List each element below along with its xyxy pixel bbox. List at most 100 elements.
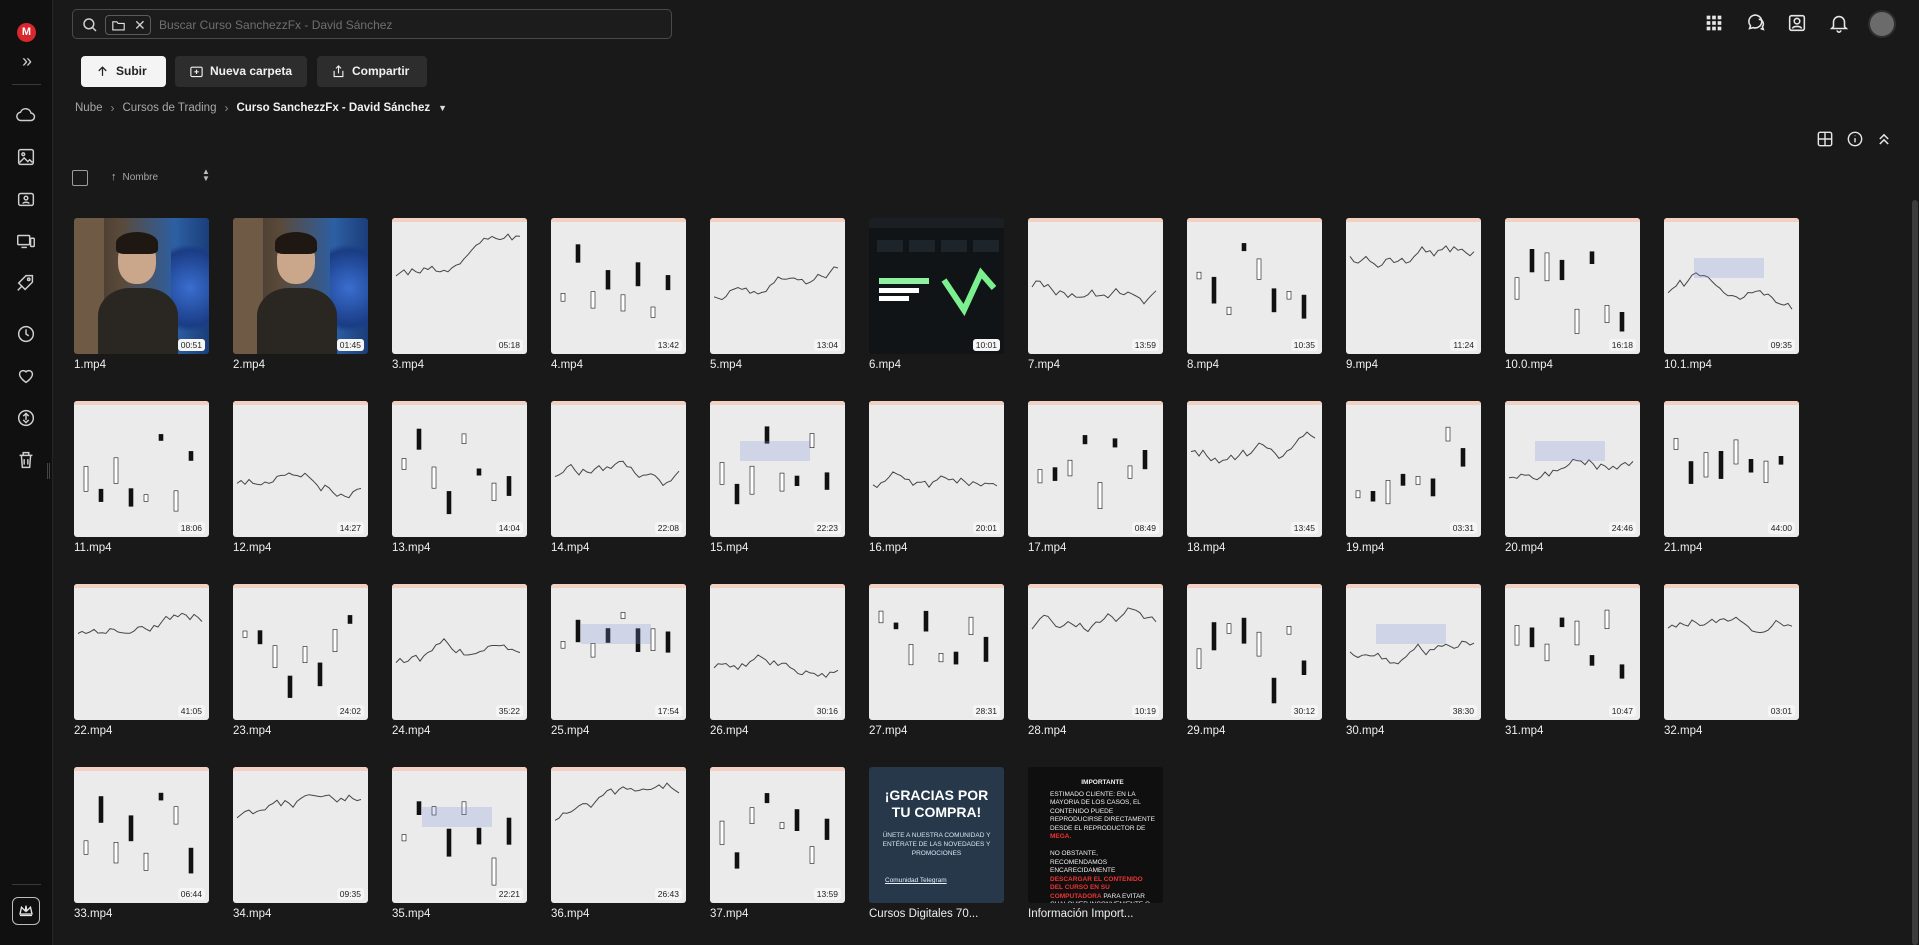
- user-avatar[interactable]: [1868, 10, 1896, 38]
- file-thumbnail[interactable]: 13:45: [1187, 401, 1322, 537]
- upload-button[interactable]: Subir: [81, 56, 166, 87]
- photos-icon[interactable]: [15, 146, 37, 168]
- file-card[interactable]: 09:35 34.mp4: [233, 767, 369, 938]
- sort-order-toggle-icon[interactable]: ▲ ▼: [202, 168, 210, 183]
- file-card[interactable]: 10:35 8.mp4: [1187, 218, 1323, 389]
- file-thumbnail[interactable]: 13:59: [710, 767, 845, 903]
- file-thumbnail[interactable]: 05:18: [392, 218, 527, 354]
- file-thumbnail[interactable]: 26:43: [551, 767, 686, 903]
- sort-by-name[interactable]: ↑ Nombre: [111, 171, 158, 183]
- cloud-drive-icon[interactable]: [15, 104, 37, 126]
- file-thumbnail[interactable]: 13:59: [1028, 218, 1163, 354]
- shared-items-icon[interactable]: [15, 188, 37, 210]
- file-card[interactable]: 13:59 7.mp4: [1028, 218, 1164, 389]
- file-card[interactable]: 03:01 32.mp4: [1664, 584, 1800, 755]
- upgrade-crown-button[interactable]: [12, 897, 40, 925]
- file-card[interactable]: 10:01 6.mp4: [869, 218, 1005, 389]
- file-card[interactable]: 13:04 5.mp4: [710, 218, 846, 389]
- file-card[interactable]: 22:23 15.mp4: [710, 401, 846, 572]
- file-thumbnail[interactable]: 22:08: [551, 401, 686, 537]
- file-card[interactable]: 22:21 35.mp4: [392, 767, 528, 938]
- file-card[interactable]: 22:08 14.mp4: [551, 401, 687, 572]
- chevron-down-icon[interactable]: ▼: [438, 103, 447, 113]
- file-card[interactable]: 14:27 12.mp4: [233, 401, 369, 572]
- file-card[interactable]: ¡GRACIAS POR TU COMPRA! ÚNETE A NUESTRA C…: [869, 767, 1005, 938]
- file-thumbnail[interactable]: 20:01: [869, 401, 1004, 537]
- rubbish-tag-icon[interactable]: [15, 272, 37, 294]
- new-folder-button[interactable]: Nueva carpeta: [175, 56, 307, 87]
- breadcrumb-current[interactable]: Curso SanchezzFx - David Sánchez: [236, 102, 430, 114]
- mega-logo[interactable]: M: [17, 23, 36, 42]
- devices-icon[interactable]: [15, 230, 37, 252]
- file-thumbnail[interactable]: 11:24: [1346, 218, 1481, 354]
- file-thumbnail[interactable]: 10:35: [1187, 218, 1322, 354]
- file-thumbnail[interactable]: 44:00: [1664, 401, 1799, 537]
- file-card[interactable]: 11:24 9.mp4: [1346, 218, 1482, 389]
- file-thumbnail[interactable]: 18:06: [74, 401, 209, 537]
- file-card[interactable]: 13:59 37.mp4: [710, 767, 846, 938]
- file-thumbnail[interactable]: 01:45: [233, 218, 368, 354]
- file-card[interactable]: 16:18 10.0.mp4: [1505, 218, 1641, 389]
- file-card[interactable]: 13:45 18.mp4: [1187, 401, 1323, 572]
- file-card[interactable]: 10:19 28.mp4: [1028, 584, 1164, 755]
- file-thumbnail[interactable]: 00:51: [74, 218, 209, 354]
- clear-scope-icon[interactable]: ✕: [134, 17, 146, 33]
- file-card[interactable]: 28:31 27.mp4: [869, 584, 1005, 755]
- file-thumbnail[interactable]: 24:02: [233, 584, 368, 720]
- search-input[interactable]: [159, 14, 659, 36]
- folder-scope-chip[interactable]: ✕: [105, 15, 151, 35]
- file-card[interactable]: 00:51 1.mp4: [74, 218, 210, 389]
- file-thumbnail[interactable]: 10:47: [1505, 584, 1640, 720]
- expand-sidebar-icon[interactable]: »: [17, 52, 37, 72]
- file-thumbnail[interactable]: 03:01: [1664, 584, 1799, 720]
- file-thumbnail[interactable]: 06:44: [74, 767, 209, 903]
- backups-icon[interactable]: [15, 407, 37, 429]
- rubbish-bin-icon[interactable]: [15, 449, 37, 471]
- file-thumbnail[interactable]: 14:04: [392, 401, 527, 537]
- file-card[interactable]: 30:16 26.mp4: [710, 584, 846, 755]
- file-thumbnail[interactable]: IMPORTANTE ESTIMADO CLIENTE: EN LA MAYORI…: [1028, 767, 1163, 903]
- file-thumbnail[interactable]: 17:54: [551, 584, 686, 720]
- file-thumbnail[interactable]: 41:05: [74, 584, 209, 720]
- notifications-bell-icon[interactable]: [1828, 12, 1850, 34]
- file-card[interactable]: 18:06 11.mp4: [74, 401, 210, 572]
- apps-grid-icon[interactable]: [1703, 12, 1725, 34]
- file-thumbnail[interactable]: 38:30: [1346, 584, 1481, 720]
- chat-icon[interactable]: [1745, 12, 1767, 34]
- file-card[interactable]: 41:05 22.mp4: [74, 584, 210, 755]
- breadcrumb-root[interactable]: Nube: [75, 102, 103, 114]
- select-all-checkbox[interactable]: [72, 170, 88, 186]
- search-bar[interactable]: ✕: [72, 9, 672, 39]
- file-thumbnail[interactable]: 30:16: [710, 584, 845, 720]
- file-card[interactable]: 24:46 20.mp4: [1505, 401, 1641, 572]
- contacts-icon[interactable]: [1786, 12, 1808, 34]
- info-icon[interactable]: [1845, 129, 1865, 149]
- file-thumbnail[interactable]: ¡GRACIAS POR TU COMPRA! ÚNETE A NUESTRA C…: [869, 767, 1004, 903]
- file-thumbnail[interactable]: 28:31: [869, 584, 1004, 720]
- file-thumbnail[interactable]: 22:23: [710, 401, 845, 537]
- breadcrumb-parent[interactable]: Cursos de Trading: [123, 102, 217, 114]
- file-thumbnail[interactable]: 22:21: [392, 767, 527, 903]
- scrollbar[interactable]: [1912, 200, 1918, 945]
- collapse-up-icon[interactable]: [1874, 129, 1894, 149]
- file-card[interactable]: 17:54 25.mp4: [551, 584, 687, 755]
- file-thumbnail[interactable]: 10:19: [1028, 584, 1163, 720]
- file-card[interactable]: 14:04 13.mp4: [392, 401, 528, 572]
- share-button[interactable]: Compartir: [317, 56, 427, 87]
- file-card[interactable]: 01:45 2.mp4: [233, 218, 369, 389]
- file-card[interactable]: 30:12 29.mp4: [1187, 584, 1323, 755]
- file-card[interactable]: 09:35 10.1.mp4: [1664, 218, 1800, 389]
- file-card[interactable]: IMPORTANTE ESTIMADO CLIENTE: EN LA MAYORI…: [1028, 767, 1164, 938]
- file-thumbnail[interactable]: 09:35: [233, 767, 368, 903]
- file-card[interactable]: 44:00 21.mp4: [1664, 401, 1800, 572]
- file-card[interactable]: 06:44 33.mp4: [74, 767, 210, 938]
- grid-view-icon[interactable]: [1815, 129, 1835, 149]
- recents-clock-icon[interactable]: [15, 323, 37, 345]
- file-card[interactable]: 35:22 24.mp4: [392, 584, 528, 755]
- file-thumbnail[interactable]: 03:31: [1346, 401, 1481, 537]
- file-thumbnail[interactable]: 08:49: [1028, 401, 1163, 537]
- file-thumbnail[interactable]: 14:27: [233, 401, 368, 537]
- file-card[interactable]: 13:42 4.mp4: [551, 218, 687, 389]
- sidebar-resize-handle[interactable]: [47, 463, 50, 479]
- file-card[interactable]: 24:02 23.mp4: [233, 584, 369, 755]
